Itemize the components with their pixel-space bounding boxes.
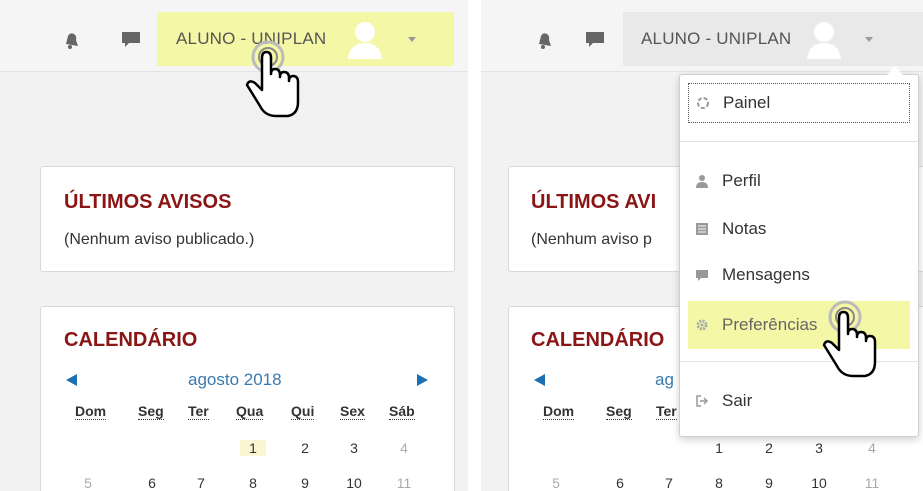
calendar-day[interactable]: 11 <box>859 475 885 491</box>
user-menu-toggle[interactable]: ALUNO - UNIPLAN <box>623 12 923 66</box>
panel-divider <box>468 0 481 491</box>
calendar-day[interactable]: 11 <box>391 475 417 491</box>
menu-item-label: Notas <box>722 219 767 238</box>
calendar-day[interactable]: 1 <box>706 440 732 456</box>
calendar-day[interactable]: 9 <box>292 475 318 491</box>
calendar-day[interactable]: 9 <box>756 475 782 491</box>
user-name: ALUNO - UNIPLAN <box>641 29 792 48</box>
top-navbar: ALUNO - UNIPLAN <box>0 0 468 72</box>
speech-bubble-icon[interactable] <box>121 30 141 50</box>
weekday-header: Ter <box>188 403 209 420</box>
calendar-day[interactable]: 6 <box>139 475 165 491</box>
calendar-month-link[interactable]: agosto 2018 <box>188 370 282 390</box>
calendar-day[interactable]: 10 <box>806 475 832 491</box>
avatar <box>346 19 384 59</box>
calendar-day[interactable]: 7 <box>188 475 214 491</box>
menu-item-label: Sair <box>722 391 753 410</box>
calendar-title: CALENDÁRIO <box>531 329 665 351</box>
speech-bubble-icon <box>694 267 710 283</box>
previous-month-icon[interactable] <box>66 374 77 386</box>
bell-icon[interactable] <box>62 30 82 50</box>
calendar-day[interactable]: 6 <box>607 475 633 491</box>
calendar-day[interactable]: 3 <box>341 440 367 456</box>
next-month-icon[interactable] <box>417 374 428 386</box>
calendar-day[interactable]: 8 <box>706 475 732 491</box>
calendar-day[interactable]: 8 <box>240 475 266 491</box>
calendar-day[interactable]: 2 <box>292 440 318 456</box>
calendar-month-link[interactable]: ag <box>655 370 674 390</box>
logout-icon <box>694 393 710 409</box>
weekday-header: Dom <box>543 403 575 420</box>
notices-title: ÚLTIMOS AVI <box>531 191 657 213</box>
weekday-header: Seg <box>606 403 632 420</box>
calendar-title: CALENDÁRIO <box>64 329 198 351</box>
weekday-header: Sex <box>340 403 365 420</box>
menu-item-painel[interactable]: Painel <box>688 83 910 123</box>
chevron-down-icon <box>865 36 874 42</box>
calendar-day[interactable]: 1 <box>240 440 266 456</box>
menu-item-perfil[interactable]: Perfil <box>688 161 910 201</box>
top-navbar: ALUNO - UNIPLAN <box>481 0 923 72</box>
menu-divider <box>680 141 918 142</box>
notices-title: ÚLTIMOS AVISOS <box>64 191 232 213</box>
weekday-header: Dom <box>75 403 107 420</box>
notices-empty-text: (Nenhum aviso publicado.) <box>64 231 255 248</box>
avatar <box>805 19 843 59</box>
dashboard-icon <box>695 95 711 111</box>
weekday-header: Qua <box>236 403 264 420</box>
left-screenshot-panel: ALUNO - UNIPLAN ÚLTIMOS AVISOS (Nenhum a… <box>0 0 468 491</box>
bell-icon[interactable] <box>535 30 555 50</box>
gear-icon <box>694 317 710 333</box>
dropdown-notch <box>887 66 903 75</box>
calendar-day[interactable]: 5 <box>75 475 101 491</box>
calendar-day[interactable]: 5 <box>543 475 569 491</box>
chevron-down-icon <box>408 36 417 42</box>
grades-table-icon <box>694 221 710 237</box>
calendar-day[interactable]: 2 <box>756 440 782 456</box>
calendar-day[interactable]: 10 <box>341 475 367 491</box>
speech-bubble-icon[interactable] <box>585 30 605 50</box>
calendar-day[interactable]: 4 <box>391 440 417 456</box>
weekday-header: Ter <box>656 403 677 420</box>
menu-item-notas[interactable]: Notas <box>688 209 910 249</box>
menu-item-label: Painel <box>723 93 771 112</box>
menu-item-label: Mensagens <box>722 265 810 284</box>
calendar-card: CALENDÁRIO agosto 2018 Dom Seg Ter Qua Q… <box>40 306 455 491</box>
weekday-header: Seg <box>138 403 164 420</box>
hand-cursor-icon <box>822 300 877 378</box>
menu-item-mensagens[interactable]: Mensagens <box>688 255 910 295</box>
menu-item-label: Perfil <box>722 171 761 190</box>
notices-card: ÚLTIMOS AVISOS (Nenhum aviso publicado.) <box>40 166 455 272</box>
weekday-header: Sáb <box>389 403 415 420</box>
calendar-day[interactable]: 4 <box>859 440 885 456</box>
menu-item-label: Preferências <box>722 315 818 334</box>
weekday-header: Qui <box>291 403 315 420</box>
user-icon <box>694 173 710 189</box>
calendar-day[interactable]: 7 <box>656 475 682 491</box>
hand-cursor-icon <box>245 40 300 118</box>
calendar-day[interactable]: 3 <box>806 440 832 456</box>
previous-month-icon[interactable] <box>534 374 545 386</box>
notices-empty-text: (Nenhum aviso p <box>531 231 652 248</box>
